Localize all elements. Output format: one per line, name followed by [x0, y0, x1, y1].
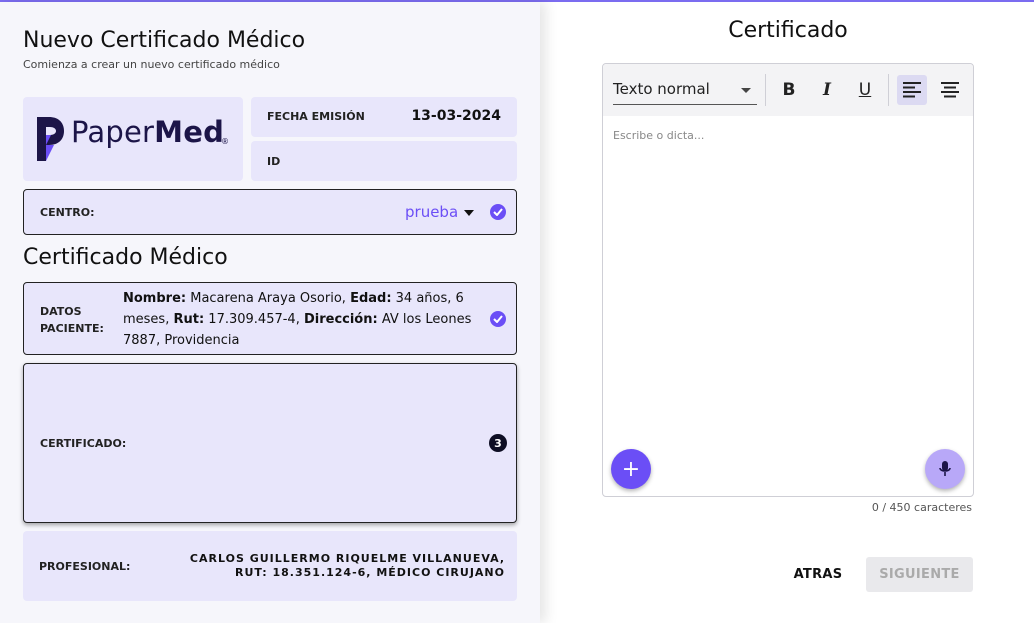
page-subtitle: Comienza a crear un nuevo certificado mé…: [23, 58, 280, 71]
centro-selector[interactable]: CENTRO: prueba: [23, 189, 517, 235]
fecha-emision-value: 13-03-2024: [411, 108, 501, 124]
profesional-details: CARLOS GUILLERMO RIQUELME VILLANUEVA, RU…: [190, 552, 505, 580]
datos-paciente-label-line2: PACIENTE:: [40, 322, 104, 335]
character-counter: 0 / 450 caracteres: [871, 501, 972, 514]
toolbar-divider: [765, 74, 766, 106]
papermed-logo-icon: [37, 117, 64, 161]
nombre-value: Macarena Araya Osorio,: [186, 291, 351, 306]
patient-details: Nombre: Macarena Araya Osorio, Edad: 34 …: [123, 288, 485, 351]
section-title: Certificado Médico: [23, 245, 228, 270]
direccion-label: Dirección:: [303, 312, 378, 327]
chevron-down-icon[interactable]: [464, 210, 474, 216]
bold-button[interactable]: B: [774, 75, 804, 105]
underline-button[interactable]: U: [850, 75, 880, 105]
profesional-name: CARLOS GUILLERMO RIQUELME VILLANUEVA,: [189, 552, 505, 565]
datos-paciente-label: DATOS PACIENTE:: [40, 303, 104, 337]
id-label: ID: [267, 155, 281, 168]
toolbar-divider: [888, 74, 889, 106]
brand-name-light: Paper: [71, 115, 155, 149]
id-field: ID: [251, 141, 517, 181]
text-format-value: Texto normal: [613, 80, 710, 98]
profesional-label: PROFESIONAL:: [39, 560, 131, 573]
centro-label: CENTRO:: [40, 206, 95, 219]
nombre-label: Nombre:: [123, 291, 187, 306]
align-left-icon: [903, 82, 921, 98]
back-button[interactable]: ATRAS: [780, 557, 856, 591]
check-circle-icon: [490, 311, 506, 327]
fecha-emision-field: FECHA EMISIÓN 13-03-2024: [251, 97, 517, 137]
certificate-form-panel: Nuevo Certificado Médico Comienza a crea…: [0, 2, 540, 623]
plus-icon: +: [621, 456, 641, 482]
centro-value: prueba: [405, 203, 459, 221]
brand-name: PaperMed: [71, 115, 224, 149]
check-circle-icon: [490, 204, 506, 220]
dictate-button[interactable]: [925, 449, 965, 489]
step-badge: 3: [489, 434, 507, 452]
profesional-row: PROFESIONAL: CARLOS GUILLERMO RIQUELME V…: [23, 531, 517, 601]
italic-button[interactable]: I: [812, 75, 842, 105]
certificado-label: CERTIFICADO:: [40, 437, 127, 450]
rut-value: 17.309.457-4,: [204, 312, 304, 327]
brand-name-bold: Med: [154, 115, 225, 149]
logo-card: PaperMed ®: [23, 97, 243, 181]
next-button[interactable]: SIGUIENTE: [866, 557, 973, 592]
microphone-icon: [939, 461, 951, 476]
registered-mark: ®: [221, 137, 229, 146]
profesional-rut: RUT: 18.351.124-6, MÉDICO CIRUJANO: [234, 566, 505, 579]
text-format-select[interactable]: Texto normal: [613, 78, 757, 105]
editor-toolbar: Texto normal B I U: [603, 64, 973, 116]
chevron-down-icon: [741, 88, 751, 93]
edad-label: Edad:: [350, 291, 392, 306]
editor-placeholder[interactable]: Escribe o dicta...: [613, 129, 704, 142]
rich-text-editor: Texto normal B I U Escribe o dicta... +: [602, 63, 974, 497]
datos-paciente-label-line1: DATOS: [40, 305, 82, 318]
fecha-emision-label: FECHA EMISIÓN: [267, 110, 365, 123]
certificado-row[interactable]: CERTIFICADO: 3: [23, 363, 517, 523]
align-left-button[interactable]: [897, 75, 927, 105]
rut-label: Rut:: [173, 312, 205, 327]
add-button[interactable]: +: [611, 449, 651, 489]
align-center-icon: [941, 82, 959, 98]
datos-paciente-row[interactable]: DATOS PACIENTE: Nombre: Macarena Araya O…: [23, 282, 517, 355]
align-center-button[interactable]: [935, 75, 965, 105]
page-title: Nuevo Certificado Médico: [23, 28, 306, 53]
editor-title: Certificado: [728, 18, 848, 43]
